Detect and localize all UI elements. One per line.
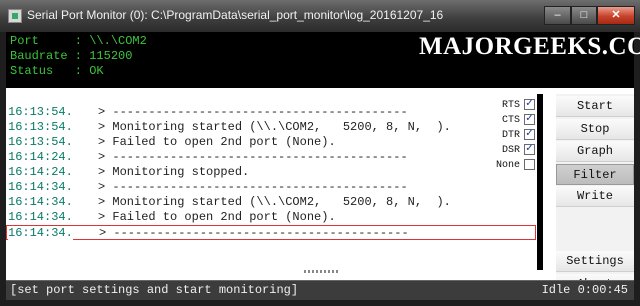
maximize-button[interactable]: □ — [571, 6, 597, 25]
filter-button[interactable]: Filter — [556, 164, 634, 185]
splitter[interactable] — [537, 94, 543, 270]
log-timestamp: 16:14:34. — [8, 180, 73, 194]
status-bar: [set port settings and start monitoring]… — [6, 280, 634, 300]
close-button[interactable]: ✕ — [597, 6, 635, 25]
main-area: Port : \\.\COM2 Baudrate : 115200 Status… — [6, 32, 640, 300]
log-line: 16:14:34. > Failed to open 2nd port (None… — [6, 210, 536, 225]
current-log-line: 16:14:34. > -----------------------------… — [6, 225, 536, 241]
settings-button[interactable]: Settings — [556, 251, 634, 272]
idle-timer: Idle 0:00:45 — [541, 283, 628, 297]
status-value: Status : OK — [10, 64, 104, 78]
log-line: 16:13:54. > Monitoring started (\\.\COM2,… — [6, 120, 536, 135]
none-label: None — [495, 160, 520, 171]
log-line: 16:14:24. > -----------------------------… — [6, 150, 536, 165]
title-bar: Serial Port Monitor (0): C:\ProgramData\… — [0, 0, 640, 32]
log-message: > Monitoring stopped. — [98, 165, 250, 179]
baudrate-value: Baudrate : 115200 — [10, 49, 133, 63]
dtr-checkbox-row[interactable]: DTR ✓ — [488, 128, 536, 143]
dtr-label: DTR — [501, 130, 520, 141]
text-cursor — [79, 226, 95, 239]
log-message: > --------------------------------------… — [98, 180, 408, 194]
none-checkbox[interactable] — [524, 159, 535, 170]
log-timestamp: 16:14:34. — [8, 195, 73, 209]
rts-label: RTS — [501, 100, 520, 111]
log-message: > --------------------------------------… — [98, 150, 408, 164]
rts-checkbox-row[interactable]: RTS ✓ — [488, 98, 536, 113]
rts-checkbox[interactable]: ✓ — [524, 99, 535, 110]
start-button[interactable]: Start — [556, 96, 634, 117]
log-timestamp: 16:14:34. — [8, 210, 73, 224]
watermark-logo: MAJORGEEKS.COM — [419, 33, 640, 60]
cts-checkbox[interactable]: ✓ — [524, 114, 535, 125]
log-output[interactable]: 16:13:54. > -----------------------------… — [6, 94, 536, 270]
log-message: > --------------------------------------… — [98, 105, 408, 119]
status-hint: [set port settings and start monitoring] — [10, 283, 299, 297]
log-line: 16:14:24. > Monitoring stopped. — [6, 165, 536, 180]
connection-status-panel: Port : \\.\COM2 Baudrate : 115200 Status… — [6, 32, 640, 88]
log-line: 16:14:34. > -----------------------------… — [6, 180, 536, 195]
stop-button[interactable]: Stop — [556, 119, 634, 140]
dsr-label: DSR — [501, 145, 520, 156]
log-timestamp: 16:14:24. — [8, 165, 73, 179]
log-line: 16:14:34. > Monitoring started (\\.\COM2,… — [6, 195, 536, 210]
window-title: Serial Port Monitor (0): C:\ProgramData\… — [27, 8, 444, 22]
log-line: 16:13:54. > -----------------------------… — [6, 105, 536, 120]
resize-grip[interactable] — [304, 270, 338, 273]
log-timestamp: 16:13:54. — [8, 105, 73, 119]
action-panel: Start Stop Graph Filter Write Settings A… — [556, 94, 634, 295]
log-timestamp: 16:13:54. — [8, 135, 73, 149]
dsr-checkbox-row[interactable]: DSR ✓ — [488, 143, 536, 158]
cts-label: CTS — [501, 115, 520, 126]
log-timestamp: 16:13:54. — [8, 120, 73, 134]
log-message: > Failed to open 2nd port (None). — [98, 135, 336, 149]
log-message: > Failed to open 2nd port (None). — [98, 210, 336, 224]
log-line: 16:13:54. > Failed to open 2nd port (None… — [6, 135, 536, 150]
log-message: > Monitoring started (\\.\COM2, 5200, 8,… — [98, 120, 451, 134]
port-value: Port : \\.\COM2 — [10, 34, 147, 48]
log-message: > Monitoring started (\\.\COM2, 5200, 8,… — [98, 195, 451, 209]
graph-button[interactable]: Graph — [556, 141, 634, 162]
none-checkbox-row[interactable]: None — [488, 158, 536, 173]
log-message: > --------------------------------------… — [99, 226, 409, 240]
log-timestamp: 16:14:24. — [8, 150, 73, 164]
write-button[interactable]: Write — [556, 186, 634, 207]
cts-checkbox-row[interactable]: CTS ✓ — [488, 113, 536, 128]
app-icon — [8, 9, 22, 23]
dtr-checkbox[interactable]: ✓ — [524, 129, 535, 140]
log-timestamp: 16:14:34. — [8, 226, 73, 241]
minimize-button[interactable]: – — [544, 6, 571, 25]
dsr-checkbox[interactable]: ✓ — [524, 144, 535, 155]
